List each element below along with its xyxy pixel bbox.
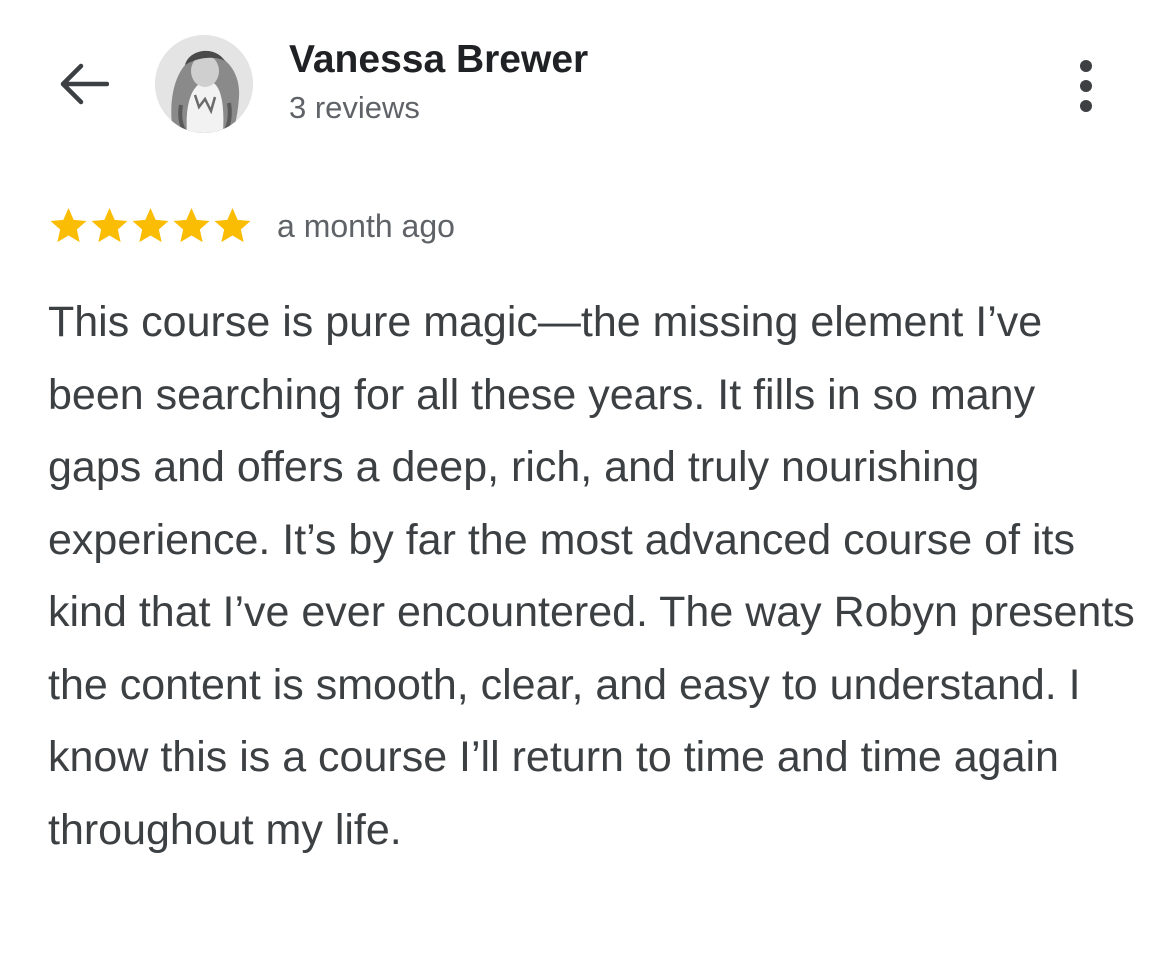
star-icon: [173, 208, 210, 243]
arrow-left-icon: [60, 63, 109, 105]
star-icon: [50, 208, 87, 243]
review-header: Vanessa Brewer 3 reviews: [0, 0, 1170, 160]
star-rating: [48, 206, 253, 246]
avatar[interactable]: [155, 35, 253, 133]
reviewer-review-count: 3 reviews: [289, 90, 420, 125]
more-options-button[interactable]: [1060, 55, 1112, 117]
star-icon: [91, 208, 128, 243]
star-icon: [132, 208, 169, 243]
reviewer-name[interactable]: Vanessa Brewer: [289, 38, 588, 82]
user-avatar-photo: [155, 35, 253, 133]
rating-row: a month ago: [48, 200, 455, 252]
review-text: This course is pure magic—the missing el…: [48, 298, 1135, 854]
review-date: a month ago: [277, 207, 455, 244]
more-vert-icon: [1080, 60, 1092, 112]
back-button[interactable]: [52, 55, 114, 113]
star-icon: [214, 208, 251, 243]
